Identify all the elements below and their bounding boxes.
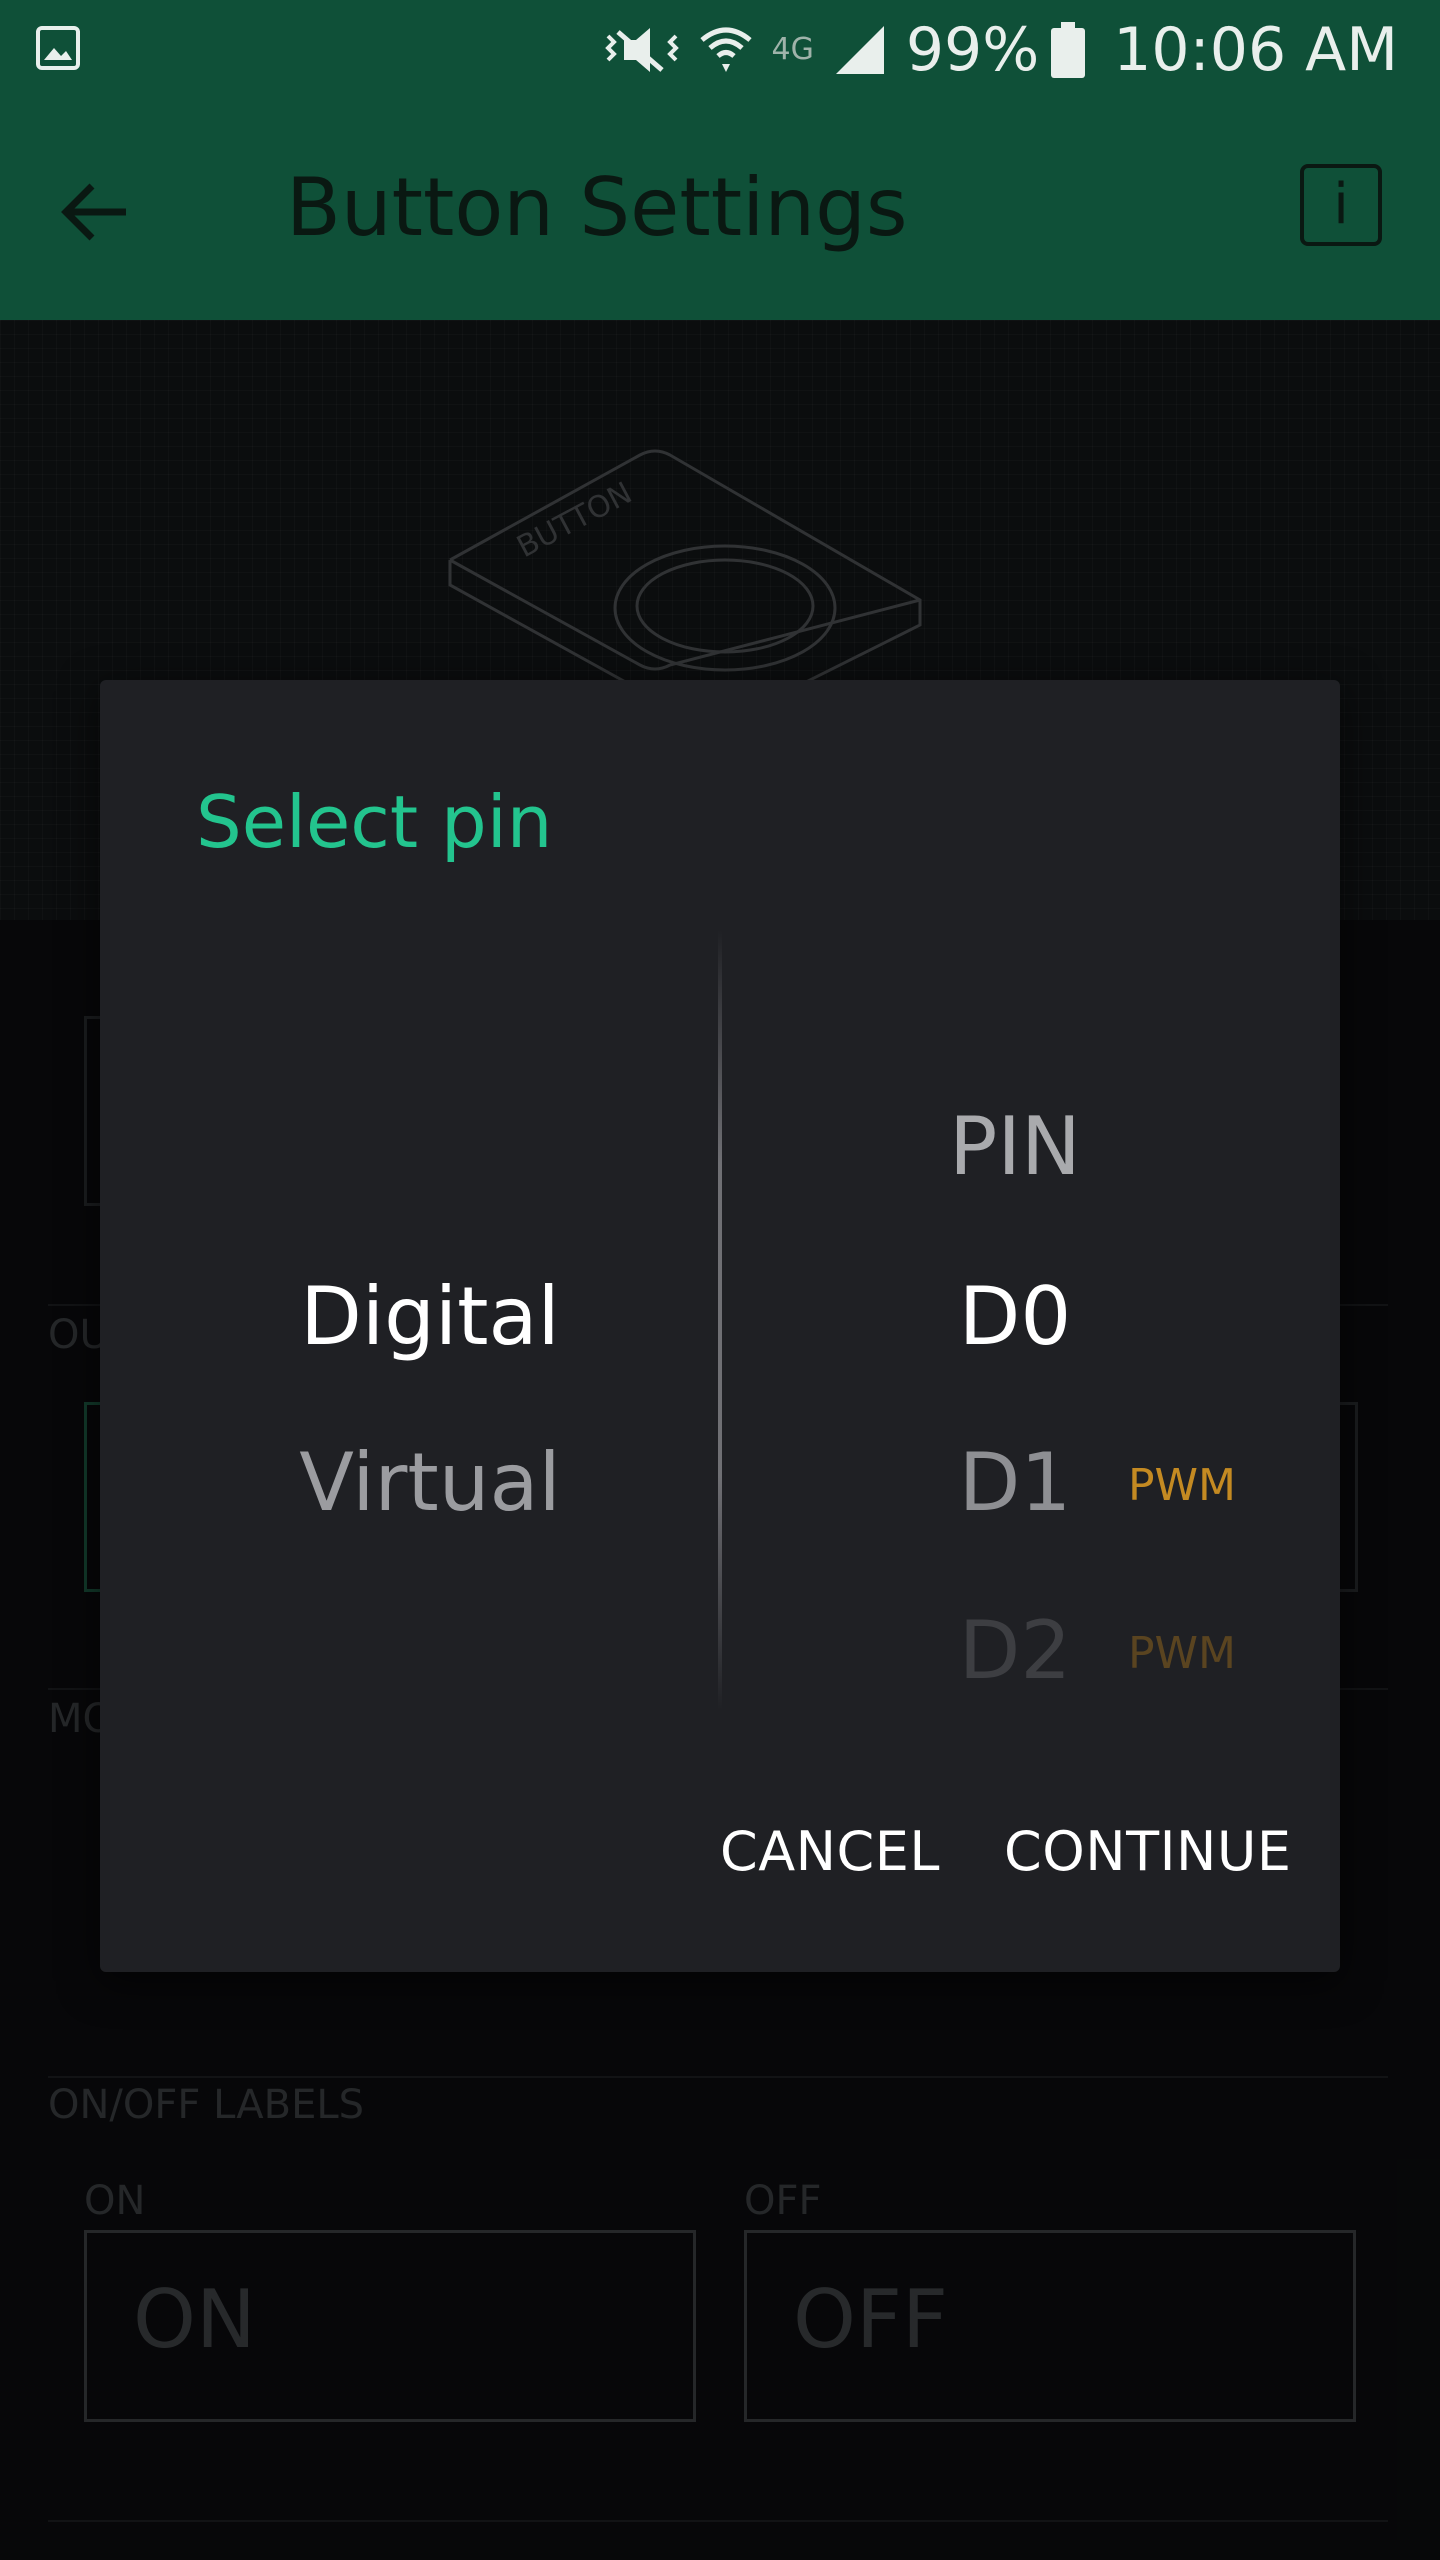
back-arrow-icon[interactable] [56, 172, 136, 252]
info-icon[interactable]: i [1300, 164, 1382, 246]
status-bar: 4G 99% 10:06 AM [0, 0, 1440, 100]
page-title: Button Settings [286, 161, 908, 254]
gallery-icon [36, 26, 80, 70]
pin-option-d0[interactable]: D0 [900, 1270, 1130, 1363]
dialog-title: Select pin [196, 780, 553, 864]
clock: 10:06 AM [1113, 15, 1398, 85]
pin-option-d1[interactable]: D1 [900, 1436, 1130, 1529]
lte-icon: 4G [771, 32, 814, 67]
pin-type-digital[interactable]: Digital [180, 1270, 680, 1363]
battery-icon [1051, 22, 1086, 78]
pin-type-virtual[interactable]: Virtual [180, 1436, 680, 1529]
select-pin-dialog: Select pin Digital Virtual PIN D0 D1 PWM… [100, 680, 1340, 1972]
vibrate-icon [604, 28, 679, 72]
wifi-icon [699, 27, 752, 72]
status-icons: 4G 99% 10:06 AM [604, 14, 1398, 86]
pin-option-d2[interactable]: D2 [900, 1604, 1130, 1697]
app-bar: Button Settings i [0, 100, 1440, 320]
continue-button[interactable]: CONTINUE [1004, 1812, 1292, 1892]
pwm-badge: PWM [1128, 1628, 1237, 1679]
cancel-button[interactable]: CANCEL [720, 1812, 940, 1892]
pin-column-header: PIN [949, 1100, 1081, 1193]
signal-icon [835, 26, 884, 74]
pwm-badge: PWM [1128, 1460, 1237, 1511]
picker-divider [718, 930, 722, 1710]
battery-percent: 99% [905, 15, 1040, 85]
